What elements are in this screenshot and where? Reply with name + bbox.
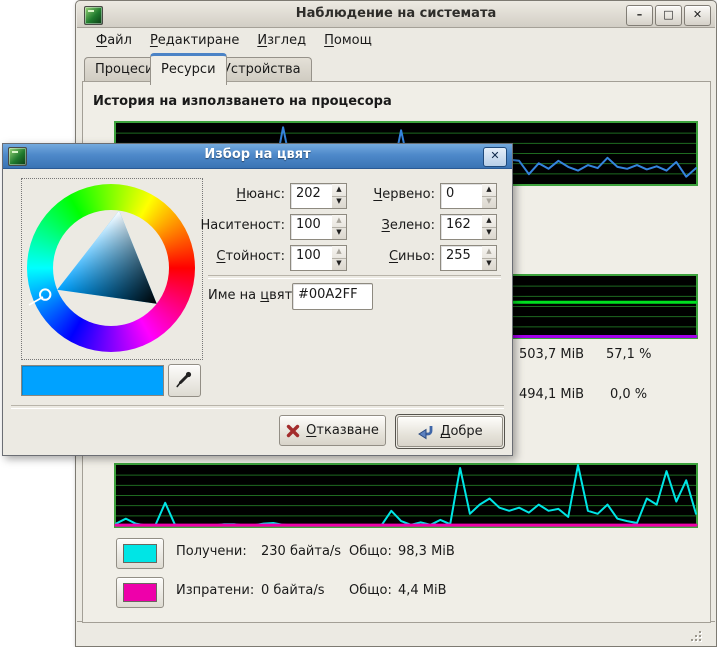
sent-rate: 0 байта/s — [261, 583, 325, 598]
statusbar — [77, 621, 715, 645]
value-spin-down-icon[interactable]: ▼ — [332, 258, 346, 270]
dialog-titlebar[interactable]: Избор на цвят ✕ — [3, 144, 512, 169]
menu-file[interactable]: Файл — [88, 30, 140, 51]
dialog-title: Избор на цвят — [3, 147, 512, 162]
red-input[interactable]: 0 — [440, 183, 488, 209]
fields-separator — [208, 275, 501, 279]
menubar: Файл Редактиране Изглед Помощ — [78, 28, 714, 52]
red-spinbox: 0 ▲▼ — [440, 183, 497, 207]
blue-input[interactable]: 255 — [440, 245, 488, 271]
dialog-close-button[interactable]: ✕ — [483, 147, 507, 167]
cancel-button-label: Отказване — [306, 423, 379, 438]
sent-total-label: Общо: — [349, 583, 392, 598]
color-wheel-frame — [21, 178, 203, 360]
cancel-button[interactable]: Отказване — [279, 415, 386, 446]
window-title: Наблюдение на системата — [77, 6, 715, 21]
maximize-icon: □ — [663, 8, 673, 21]
actions-separator — [11, 405, 504, 409]
blue-label: Синьо: — [347, 245, 435, 264]
hue-marker[interactable] — [40, 289, 50, 299]
received-label: Получени: — [176, 544, 247, 559]
value-input[interactable]: 100 — [290, 245, 338, 271]
minimize-button[interactable]: – — [626, 5, 653, 26]
blue-spin-down-icon[interactable]: ▼ — [482, 258, 496, 270]
color-name-label: Име на цвят: — [208, 288, 297, 303]
red-label: Червено: — [347, 183, 435, 202]
network-history-chart — [114, 463, 698, 528]
selected-color-preview — [21, 365, 164, 396]
green-spin-down-icon[interactable]: ▼ — [482, 227, 496, 239]
red-spin-down-icon[interactable]: ▼ — [482, 196, 496, 208]
sent-color-button[interactable] — [116, 577, 164, 608]
tab-resources[interactable]: Ресурси — [150, 53, 227, 85]
cpu-section-title: История на използването на процесора — [93, 94, 392, 109]
menu-help[interactable]: Помощ — [316, 30, 380, 51]
saturation-spin-arrows: ▲▼ — [332, 214, 347, 240]
menu-edit[interactable]: Редактиране — [142, 30, 247, 51]
eyedropper-icon — [174, 370, 194, 390]
value-spinbox: 100 ▲▼ — [290, 245, 347, 269]
received-rate: 230 байта/s — [261, 544, 341, 559]
hue-spin-down-icon[interactable]: ▼ — [332, 196, 346, 208]
tabstrip: Процеси Ресурси Устройства — [76, 53, 716, 82]
cancel-x-icon — [286, 424, 300, 438]
ok-button[interactable]: Добре — [397, 416, 503, 447]
saturation-spinbox: 100 ▲▼ — [290, 214, 347, 238]
blue-spin-arrows: ▲▼ — [482, 245, 497, 271]
memory-percent-value: 57,1 % — [606, 347, 651, 362]
hue-label: Нюанс: — [197, 183, 285, 202]
value-label: Стойност: — [197, 245, 285, 264]
maximize-button[interactable]: □ — [655, 5, 682, 26]
color-name-input[interactable]: #00A2FF — [292, 283, 373, 310]
received-color-button[interactable] — [116, 538, 164, 569]
network-legend-received: Получени: 230 байта/s Общо: 98,3 MiB — [76, 538, 716, 568]
saturation-label: Наситеност: — [197, 214, 285, 233]
saturation-input[interactable]: 100 — [290, 214, 338, 240]
network-legend-sent: Изпратени: 0 байта/s Общо: 4,4 MiB — [76, 577, 716, 607]
saturation-spin-down-icon[interactable]: ▼ — [332, 227, 346, 239]
green-spinbox: 162 ▲▼ — [440, 214, 497, 238]
hue-spinbox: 202 ▲▼ — [290, 183, 347, 207]
sent-label: Изпратени: — [176, 583, 254, 598]
green-label: Зелено: — [347, 214, 435, 233]
window-titlebar[interactable]: Наблюдение на системата – □ ✕ — [77, 2, 715, 28]
dialog-close-icon: ✕ — [490, 149, 499, 162]
memory-size-value: 503,7 MiB — [519, 347, 584, 362]
green-input[interactable]: 162 — [440, 214, 488, 240]
sent-color-swatch — [123, 583, 157, 602]
blue-spinbox: 255 ▲▼ — [440, 245, 497, 269]
tab-devices[interactable]: Устройства — [212, 57, 312, 82]
close-button[interactable]: ✕ — [684, 5, 711, 26]
green-spin-arrows: ▲▼ — [482, 214, 497, 240]
close-icon: ✕ — [693, 8, 702, 21]
ok-return-arrow-icon — [417, 424, 434, 440]
swap-size-value: 494,1 MiB — [519, 387, 584, 402]
received-total-label: Общо: — [349, 544, 392, 559]
red-spin-arrows: ▲▼ — [482, 183, 497, 209]
hue-input[interactable]: 202 — [290, 183, 338, 209]
hsv-triangle[interactable] — [22, 179, 202, 359]
received-total: 98,3 MiB — [398, 544, 455, 559]
color-picker-dialog: Избор на цвят ✕ — [2, 143, 513, 456]
value-spin-arrows: ▲▼ — [332, 245, 347, 271]
screen: Наблюдение на системата – □ ✕ Файл Редак… — [0, 0, 717, 647]
ok-button-focus-ring: Добре — [395, 414, 505, 449]
received-color-swatch — [123, 544, 157, 563]
sent-total: 4,4 MiB — [398, 583, 447, 598]
ok-button-label: Добре — [440, 424, 482, 439]
eyedropper-button[interactable] — [168, 364, 201, 397]
menu-view[interactable]: Изглед — [249, 30, 314, 51]
swap-percent-value: 0,0 % — [610, 387, 647, 402]
minimize-icon: – — [637, 8, 643, 21]
hue-spin-arrows: ▲▼ — [332, 183, 347, 209]
resize-grip[interactable] — [689, 629, 701, 641]
